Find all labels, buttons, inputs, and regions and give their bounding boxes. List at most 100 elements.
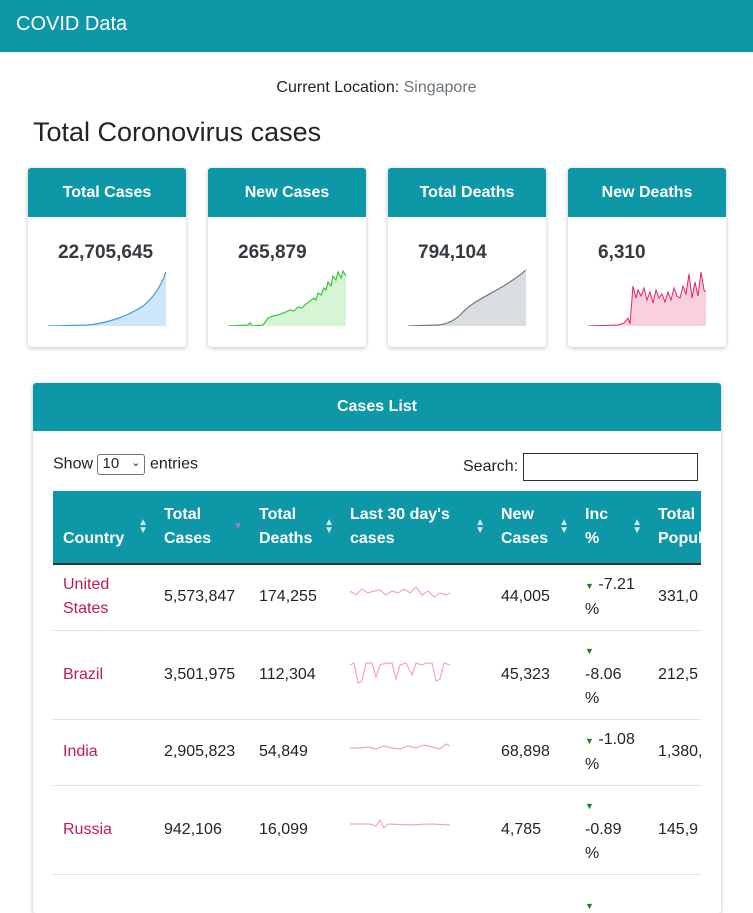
population-cell: 331,0 <box>648 564 701 631</box>
inc-value: -8.06 <box>585 666 622 683</box>
header-population[interactable]: Total Population <box>648 491 701 565</box>
inc-value: -0.89 <box>585 821 622 838</box>
total-deaths-cell <box>249 874 340 913</box>
header-label: Inc <box>585 506 609 523</box>
header-total-cases[interactable]: Total Cases ▼ <box>154 491 249 565</box>
entries-label: entries <box>149 455 198 473</box>
total-cases-cell: 2,905,823 <box>154 719 249 786</box>
country-link[interactable]: Brazil <box>63 666 103 683</box>
sort-icon: ▲ ▼ <box>559 517 569 536</box>
down-arrow-icon: ▼ <box>585 646 594 656</box>
new-deaths-sparkline <box>588 271 706 326</box>
header-last-30-days[interactable]: Last 30 day's cases ▲ ▼ <box>340 491 491 565</box>
chevron-down-icon: ⌄ <box>131 457 141 469</box>
card-title: Total Cases <box>28 168 186 217</box>
trend-sparkline <box>349 586 451 599</box>
last-30-days-cell <box>340 785 491 875</box>
total-deaths-card: Total Deaths 794,104 <box>388 168 546 347</box>
card-value: 265,879 <box>238 242 307 263</box>
page-title: Total Coronovirus cases <box>33 117 322 147</box>
trend-sparkline <box>350 743 451 750</box>
population-cell: 1,380, <box>648 719 701 786</box>
total-deaths-cell: 112,304 <box>249 630 340 720</box>
new-cases-card: New Cases 265,879 <box>208 168 366 347</box>
show-entries-control: Show 10 ⌄ entries <box>53 454 198 475</box>
total-deaths-cell: 54,849 <box>249 719 340 786</box>
header-label: Deaths <box>259 530 313 547</box>
new-cases-cell: 44,005 <box>491 564 575 631</box>
last-30-days-cell <box>340 874 491 913</box>
country-link[interactable]: India <box>63 743 98 760</box>
last-30-days-cell <box>340 719 491 786</box>
card-title: New Deaths <box>568 168 726 217</box>
card-value: 6,310 <box>598 242 646 263</box>
cases-list-panel: Cases List Show 10 ⌄ entries Search: Cou… <box>33 383 721 913</box>
table-row: United States 5,573,847 174,255 44,005 ▼… <box>53 564 701 631</box>
inc-cell: ▼ <box>575 874 648 913</box>
country-link[interactable]: Russia <box>63 821 112 838</box>
entries-select-value: 10 <box>102 455 120 472</box>
search-input[interactable] <box>523 453 699 481</box>
population-cell <box>648 874 701 913</box>
header-label: Cases <box>501 530 549 547</box>
country-cell <box>53 874 154 913</box>
entries-select[interactable]: 10 ⌄ <box>97 454 146 475</box>
header-new-cases[interactable]: New Cases ▲ ▼ <box>491 491 575 565</box>
header-total-deaths[interactable]: Total Deaths ▲ ▼ <box>249 491 340 565</box>
sort-icon: ▲ ▼ <box>138 517 148 536</box>
inc-value: -7.21 <box>598 575 635 593</box>
country-cell: Russia <box>53 785 154 875</box>
app-navbar: COVID Data <box>0 0 753 52</box>
header-label: Last 30 day's <box>350 506 450 523</box>
inc-cell: ▼ -1.08 % <box>575 719 648 786</box>
header-label: Cases <box>164 530 212 547</box>
new-deaths-card: New Deaths 6,310 <box>568 168 726 347</box>
new-cases-sparkline <box>228 269 346 326</box>
sort-icon: ▲ ▼ <box>632 517 642 536</box>
header-label: Total <box>164 506 202 523</box>
sort-desc-icon: ▼ <box>233 521 243 532</box>
header-label: New <box>501 506 534 523</box>
total-deaths-sparkline <box>408 269 526 326</box>
location-value: Singapore <box>403 79 477 96</box>
table-header-row: Country ▲ ▼ Total Cases ▼ Total Deaths ▲ ▼ L… <box>53 491 701 565</box>
country-link[interactable]: States <box>63 600 108 617</box>
cases-table-wrapper[interactable]: Country ▲ ▼ Total Cases ▼ Total Deaths ▲ ▼ L… <box>53 491 701 913</box>
country-cell: Brazil <box>53 630 154 720</box>
new-cases-cell: 45,323 <box>491 630 575 720</box>
down-arrow-icon: ▼ <box>585 735 594 746</box>
last-30-days-cell <box>340 564 491 631</box>
country-cell: India <box>53 719 154 786</box>
table-row: Brazil 3,501,975 112,304 45,323 ▼ -8.06 … <box>53 630 701 720</box>
header-label: Total <box>658 506 696 523</box>
new-cases-cell <box>491 874 575 913</box>
header-label: Country <box>63 530 125 547</box>
total-cases-sparkline <box>48 271 166 326</box>
inc-cell: ▼ -0.89 % <box>575 785 648 875</box>
inc-value: -1.08 <box>598 730 635 748</box>
table-row: ▼ <box>53 874 701 913</box>
new-cases-cell: 68,898 <box>491 719 575 786</box>
trend-sparkline <box>349 661 451 684</box>
show-label: Show <box>53 455 94 473</box>
header-label: cases <box>350 530 395 547</box>
sort-icon: ▲ ▼ <box>324 517 334 536</box>
header-label: % <box>585 530 600 547</box>
header-inc[interactable]: Inc% ▲ ▼ <box>575 491 648 565</box>
total-deaths-cell: 16,099 <box>249 785 340 875</box>
search-control: Search: <box>463 453 699 481</box>
app-title[interactable]: COVID Data <box>16 13 127 35</box>
inc-unit: % <box>585 755 600 773</box>
population-cell: 212,5 <box>648 630 701 720</box>
cases-table: Country ▲ ▼ Total Cases ▼ Total Deaths ▲ ▼ L… <box>53 491 701 913</box>
new-cases-cell: 4,785 <box>491 785 575 875</box>
total-cases-card: Total Cases 22,705,645 <box>28 168 186 347</box>
panel-title: Cases List <box>33 383 721 431</box>
down-arrow-icon: ▼ <box>585 900 594 911</box>
total-cases-cell: 942,106 <box>154 785 249 875</box>
country-link[interactable]: United <box>63 576 109 593</box>
search-label: Search: <box>463 458 519 476</box>
population-cell: 145,9 <box>648 785 701 875</box>
header-country[interactable]: Country ▲ ▼ <box>53 491 154 565</box>
trend-sparkline <box>350 818 451 829</box>
